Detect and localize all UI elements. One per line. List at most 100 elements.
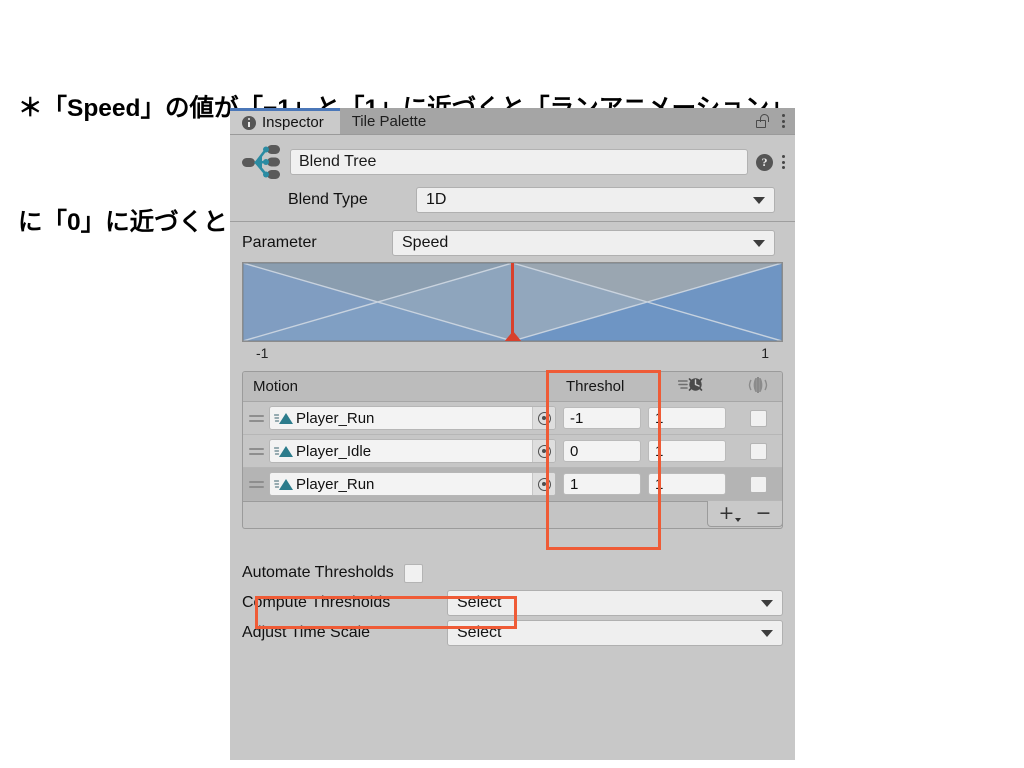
- kebab-menu-icon-header[interactable]: [781, 155, 785, 169]
- mirror-cell: [734, 409, 782, 427]
- threshold-cell: 1: [556, 473, 648, 495]
- add-motion-button[interactable]: +: [716, 504, 742, 523]
- animation-clip-icon: [273, 443, 294, 459]
- blend-type-label: Blend Type: [288, 191, 368, 208]
- inspector-window: Inspector Tile Palette Blend Tree ? Blen…: [230, 108, 795, 760]
- parameter-value: Speed: [402, 234, 449, 251]
- tab-inspector[interactable]: Inspector: [230, 108, 340, 134]
- compute-thresholds-dropdown[interactable]: Select: [447, 590, 783, 616]
- axis-min-label: -1: [256, 345, 269, 361]
- table-row[interactable]: Player_Idle 0 1: [243, 435, 782, 468]
- chevron-down-icon: [753, 239, 765, 247]
- compute-thresholds-row: Compute Thresholds Select: [242, 589, 783, 617]
- blend-graph[interactable]: [242, 262, 783, 342]
- motion-table: Motion Threshol Player_Run -1 1 Player_I…: [242, 371, 783, 502]
- column-header-speed[interactable]: [648, 372, 734, 401]
- animation-clip-icon: [273, 410, 294, 426]
- mirror-checkbox[interactable]: [749, 409, 767, 427]
- adjust-time-scale-value: Select: [457, 624, 502, 641]
- inspector-tabbar: Inspector Tile Palette: [230, 108, 795, 135]
- graph-axis-labels: -1 1: [242, 342, 783, 361]
- adjust-time-scale-dropdown[interactable]: Select: [447, 620, 783, 646]
- blend-tree-icon: [240, 143, 282, 181]
- speed-input[interactable]: 1: [648, 407, 726, 429]
- automate-thresholds-checkbox[interactable]: [403, 563, 423, 583]
- adjust-time-scale-row: Adjust Time Scale Select: [242, 619, 783, 647]
- compute-thresholds-label: Compute Thresholds: [242, 594, 391, 611]
- bottom-properties: Automate Thresholds Compute Thresholds S…: [230, 529, 795, 647]
- asset-name-field[interactable]: Blend Tree: [290, 149, 748, 175]
- info-icon: [242, 115, 256, 130]
- object-picker-icon[interactable]: [532, 473, 555, 495]
- threshold-input[interactable]: 1: [563, 473, 641, 495]
- tab-inspector-label: Inspector: [262, 114, 324, 131]
- mirror-cell: [734, 475, 782, 493]
- mirror-checkbox[interactable]: [749, 475, 767, 493]
- threshold-cell: 0: [556, 440, 648, 462]
- motion-object-field[interactable]: Player_Idle: [269, 439, 556, 463]
- lock-open-icon[interactable]: [756, 113, 769, 129]
- tab-tile-palette-label: Tile Palette: [351, 112, 427, 130]
- asset-name-value: Blend Tree: [299, 153, 377, 170]
- object-picker-icon[interactable]: [532, 407, 555, 429]
- motion-name: Player_Run: [296, 475, 375, 493]
- blend-type-dropdown[interactable]: 1D: [416, 187, 775, 213]
- drag-handle-icon[interactable]: [249, 447, 264, 455]
- add-remove-controls: + −: [707, 501, 783, 527]
- column-header-mirror[interactable]: [734, 372, 782, 401]
- axis-max-label: 1: [761, 345, 769, 361]
- automate-thresholds-row: Automate Thresholds: [242, 559, 783, 587]
- motion-object-field[interactable]: Player_Run: [269, 472, 556, 496]
- speed-icon: [677, 376, 704, 397]
- speed-input[interactable]: 1: [648, 473, 726, 495]
- chevron-down-icon: [735, 518, 742, 522]
- motion-table-header: Motion Threshol: [243, 372, 782, 402]
- motion-table-footer: + −: [242, 501, 783, 529]
- table-row[interactable]: Player_Run 1 1: [243, 468, 782, 501]
- speed-cell: 1: [648, 440, 734, 462]
- mirror-icon: [748, 376, 768, 398]
- column-header-motion[interactable]: Motion: [243, 372, 556, 401]
- remove-motion-button[interactable]: −: [753, 504, 775, 523]
- asset-header: Blend Tree ?: [230, 135, 795, 183]
- threshold-cell: -1: [556, 407, 648, 429]
- kebab-menu-icon-tabbar[interactable]: [781, 114, 785, 128]
- motion-table-wrap: Motion Threshol Player_Run -1 1 Player_I…: [230, 361, 795, 529]
- motion-cell: Player_Idle: [243, 439, 556, 463]
- drag-handle-icon[interactable]: [249, 480, 264, 488]
- chevron-down-icon: [761, 629, 773, 637]
- threshold-input[interactable]: 0: [563, 440, 641, 462]
- speed-cell: 1: [648, 473, 734, 495]
- animation-clip-icon: [273, 476, 294, 492]
- threshold-input[interactable]: -1: [563, 407, 641, 429]
- compute-thresholds-value: Select: [457, 594, 502, 611]
- tabbar-spacer: [442, 108, 756, 134]
- motion-object-field[interactable]: Player_Run: [269, 406, 556, 430]
- playhead-marker[interactable]: [511, 263, 514, 341]
- chevron-down-icon: [753, 196, 765, 204]
- tab-tile-palette[interactable]: Tile Palette: [340, 108, 442, 134]
- blend-type-value: 1D: [426, 191, 447, 208]
- speed-input[interactable]: 1: [648, 440, 726, 462]
- help-icon[interactable]: ?: [756, 153, 773, 171]
- parameter-row: Parameter Speed: [230, 222, 795, 262]
- motion-cell: Player_Run: [243, 472, 556, 496]
- automate-thresholds-label: Automate Thresholds: [242, 564, 394, 581]
- chevron-down-icon: [761, 599, 773, 607]
- motion-name: Player_Run: [296, 409, 375, 427]
- object-picker-icon[interactable]: [532, 440, 555, 462]
- table-row[interactable]: Player_Run -1 1: [243, 402, 782, 435]
- motion-cell: Player_Run: [243, 406, 556, 430]
- adjust-time-scale-label: Adjust Time Scale: [242, 624, 371, 641]
- motion-name: Player_Idle: [296, 442, 372, 460]
- tabbar-controls: [756, 108, 795, 134]
- parameter-dropdown[interactable]: Speed: [392, 230, 775, 256]
- parameter-label: Parameter: [242, 234, 317, 251]
- speed-cell: 1: [648, 407, 734, 429]
- blend-type-row: Blend Type 1D: [230, 183, 795, 221]
- blend-graph-wrap: -1 1: [230, 262, 795, 361]
- mirror-cell: [734, 442, 782, 460]
- mirror-checkbox[interactable]: [749, 442, 767, 460]
- column-header-threshold[interactable]: Threshol: [556, 372, 648, 401]
- drag-handle-icon[interactable]: [249, 414, 264, 422]
